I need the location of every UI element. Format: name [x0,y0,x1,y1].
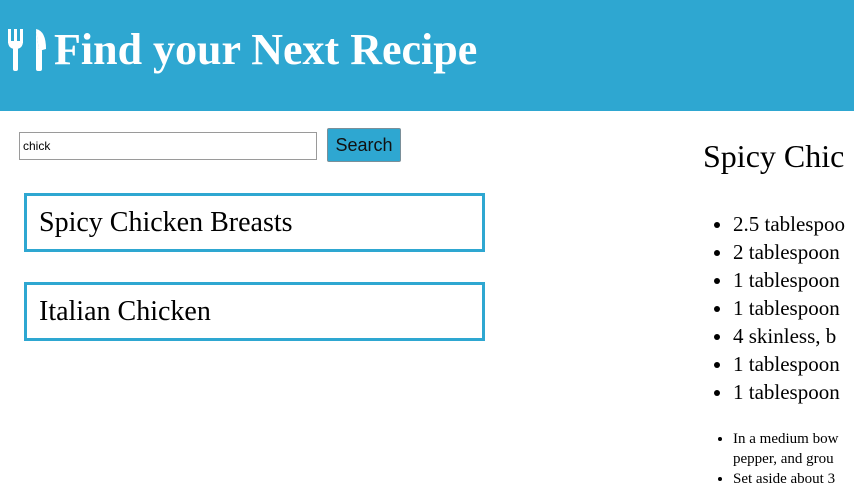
direction-list: In a medium bow pepper, and grou Set asi… [703,429,854,489]
direction-item: In a medium bow pepper, and grou [733,429,854,469]
ingredient-item: 1 tablespoon [733,350,845,378]
search-input[interactable] [19,132,317,160]
recipe-result-label: Italian Chicken [39,296,211,327]
page-title: Find your Next Recipe [54,25,478,74]
search-button[interactable]: Search [327,128,401,162]
recipe-result-card[interactable]: Italian Chicken [24,282,485,341]
recipe-result-label: Spicy Chicken Breasts [39,207,293,238]
ingredient-item: 2.5 tablespoo [733,210,845,238]
ingredient-item: 1 tablespoon [733,378,845,406]
header-branding: Find your Next Recipe [6,22,477,78]
recipe-detail-title: Spicy Chic [703,138,845,174]
ingredient-item: 2 tablespoon [733,238,845,266]
ingredient-item: 1 tablespoon [733,266,845,294]
ingredient-item: 1 tablespoon [733,294,845,322]
recipe-result-card[interactable]: Spicy Chicken Breasts [24,193,485,252]
header-bar: Find your Next Recipe [0,0,854,111]
utensils-icon [6,27,48,73]
ingredient-list: 2.5 tablespoo 2 tablespoon 1 tablespoon … [703,210,845,406]
recipe-detail-panel: Spicy Chic 2.5 tablespoo 2 tablespoon 1 … [703,120,854,489]
ingredient-item: 4 skinless, b [733,322,845,350]
direction-item: Set aside about 3 [733,469,854,489]
